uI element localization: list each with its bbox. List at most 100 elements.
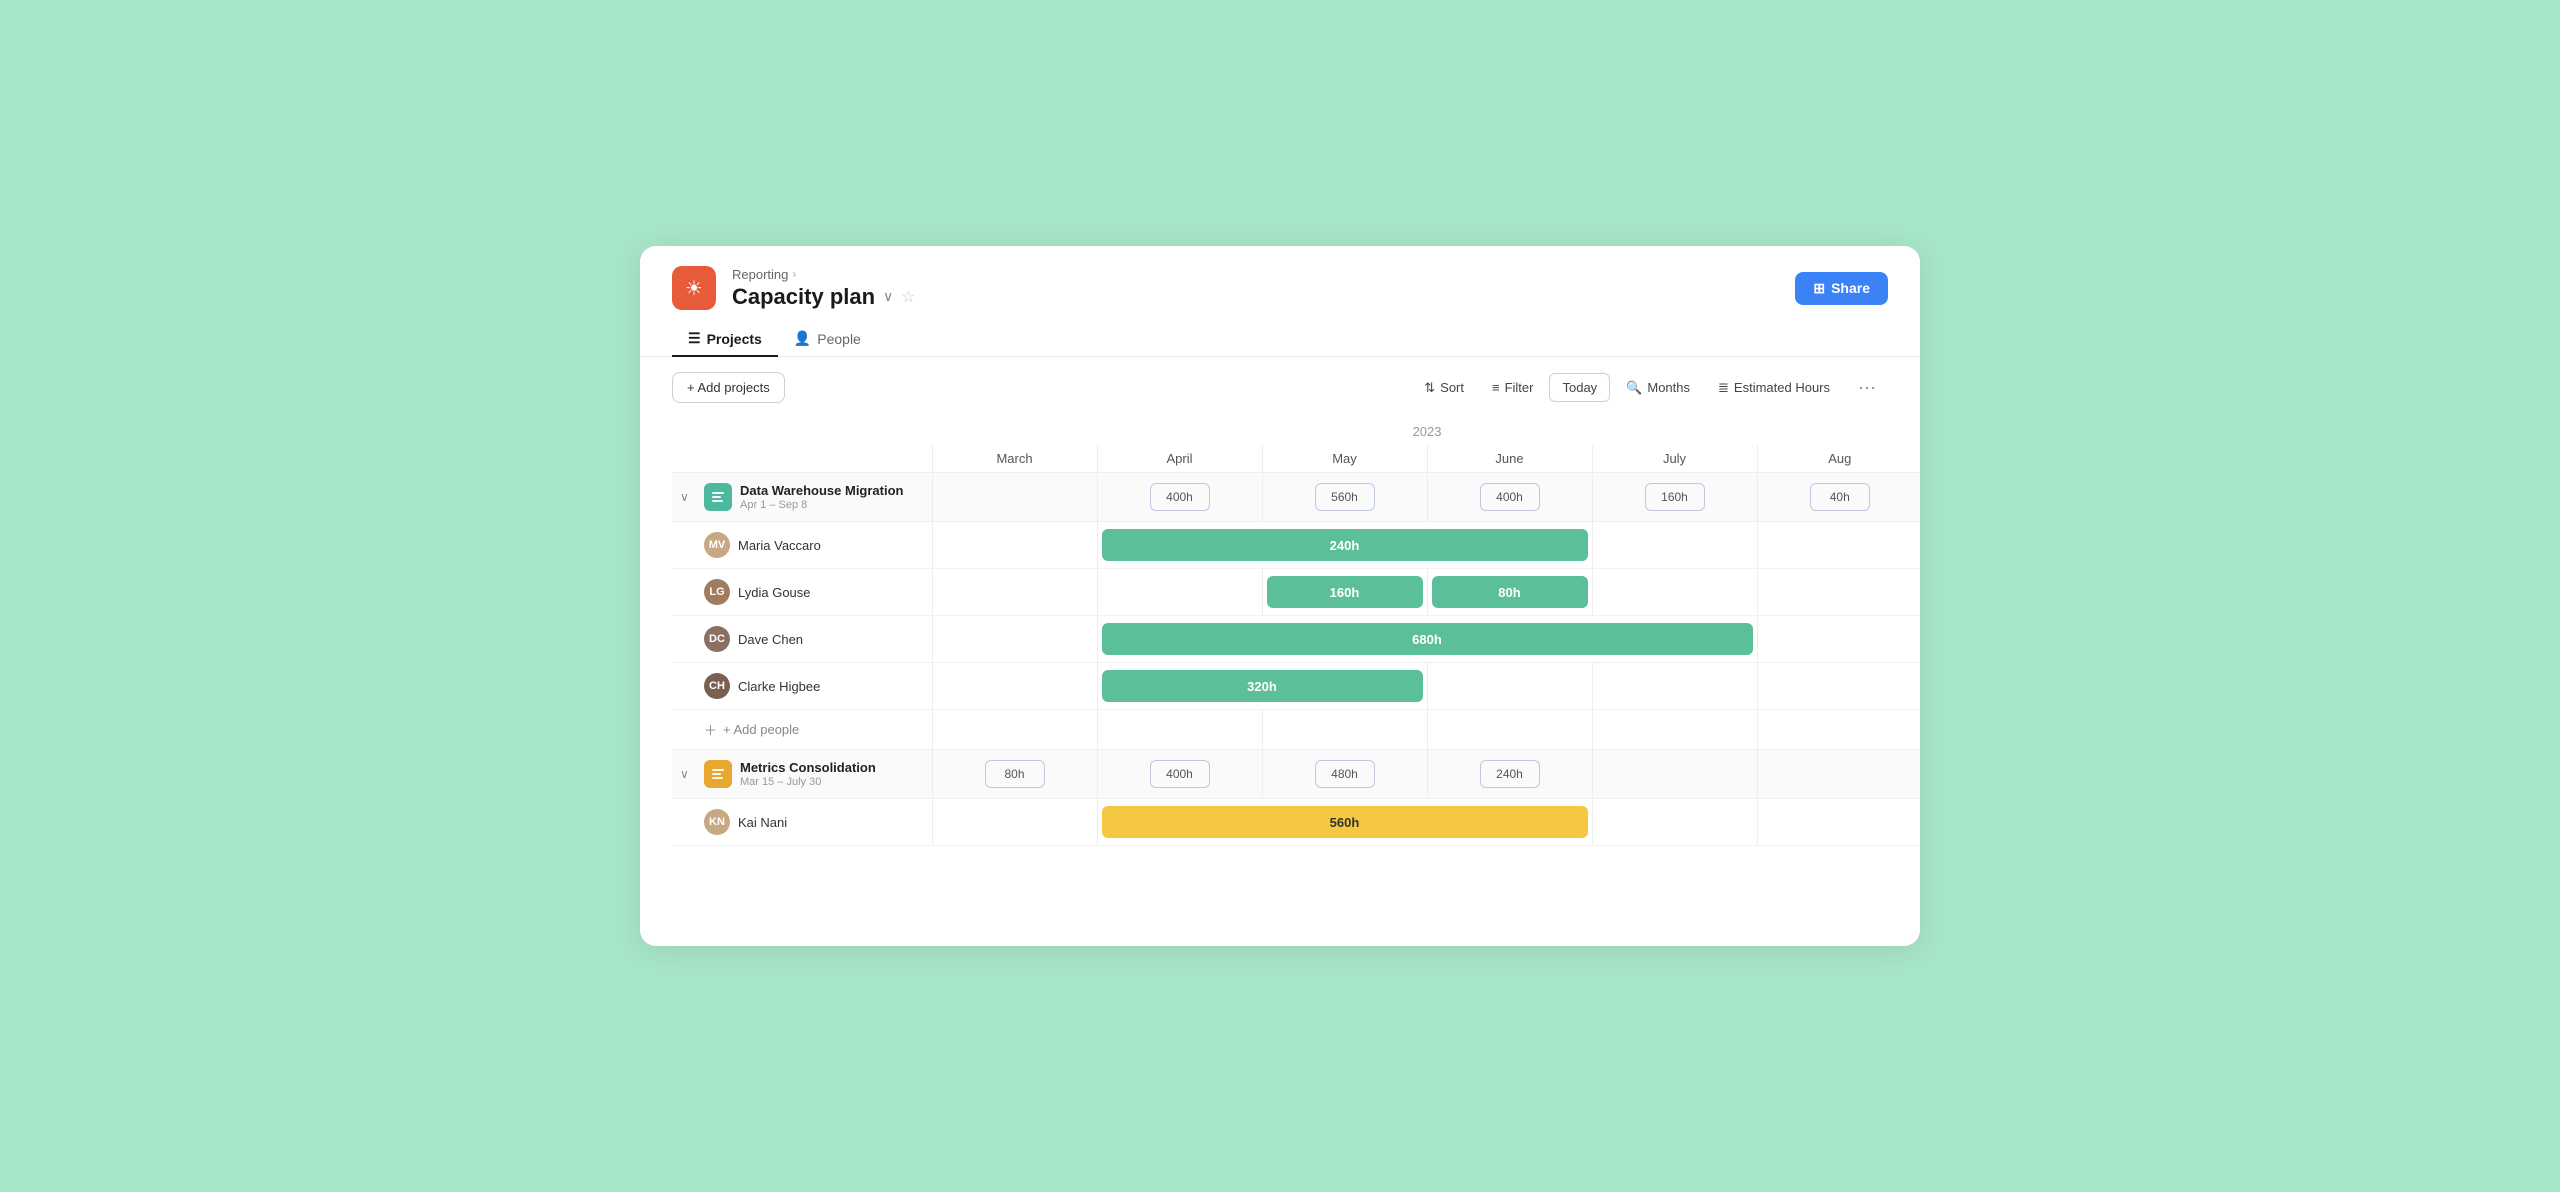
lydia-aug [1757, 569, 1920, 616]
project-2-may-hours: 480h [1262, 750, 1427, 799]
gantt-table: 2023 March April May June July Aug ∨ [672, 418, 1920, 846]
dave-label-cell: DC Dave Chen [672, 616, 932, 663]
clarke-march [932, 663, 1097, 710]
maria-label-cell: MV Maria Vaccaro [672, 522, 932, 569]
filter-button[interactable]: ≡ Filter [1480, 374, 1545, 401]
project-1-aug-hours: 40h [1757, 473, 1920, 522]
month-march: March [932, 445, 1097, 473]
project-1-june-hours: 400h [1427, 473, 1592, 522]
estimated-hours-button[interactable]: ≣ Estimated Hours [1706, 374, 1842, 402]
clarke-name: Clarke Higbee [738, 679, 820, 694]
project-2-dates: Mar 15 – July 30 [740, 776, 876, 788]
months-button[interactable]: 🔍 Months [1614, 374, 1702, 402]
project-2-info: Metrics Consolidation Mar 15 – July 30 [740, 760, 876, 788]
today-button[interactable]: Today [1549, 373, 1610, 402]
collapse-project-2-button[interactable]: ∨ [680, 767, 696, 781]
add-people-1-cell: ＋ + Add people [672, 710, 932, 750]
sort-button[interactable]: ⇅ Sort [1412, 374, 1476, 402]
project-2-name: Metrics Consolidation [740, 760, 876, 775]
add-people-1-label[interactable]: ＋ + Add people [680, 720, 924, 739]
project-1-april-hours: 400h [1097, 473, 1262, 522]
sort-label: Sort [1440, 380, 1464, 395]
lydia-april [1097, 569, 1262, 616]
months-icon: 🔍 [1626, 380, 1642, 396]
clarke-june [1427, 663, 1592, 710]
collapse-project-1-button[interactable]: ∨ [680, 490, 696, 504]
kai-bar: 560h [1102, 806, 1588, 838]
dave-bar: 680h [1102, 623, 1753, 655]
breadcrumb: Reporting › [732, 267, 916, 282]
year-cell: 2023 [932, 418, 1920, 445]
people-tab-icon: 👤 [794, 330, 811, 347]
kai-july [1592, 799, 1757, 846]
month-june: June [1427, 445, 1592, 473]
year-row: 2023 [672, 418, 1920, 445]
project-1-dates: Apr 1 – Sep 8 [740, 499, 903, 511]
clarke-label: CH Clarke Higbee [680, 673, 924, 699]
filter-label: Filter [1505, 380, 1534, 395]
star-icon[interactable]: ☆ [901, 287, 915, 307]
toolbar: + Add projects ⇅ Sort ≡ Filter Today 🔍 M… [640, 357, 1920, 418]
maria-july [1592, 522, 1757, 569]
maria-name: Maria Vaccaro [738, 538, 821, 553]
breadcrumb-text: Reporting [732, 267, 788, 282]
clarke-hours: 320h [1247, 679, 1277, 694]
tab-projects-label: Projects [707, 331, 762, 347]
tabs: ☰ Projects 👤 People [640, 310, 1920, 357]
gantt-container: 2023 March April May June July Aug ∨ [640, 418, 1920, 846]
lydia-march [932, 569, 1097, 616]
project-2-july-hours [1592, 750, 1757, 799]
person-row-lydia: LG Lydia Gouse 160h 80h [672, 569, 1920, 616]
project-2-label: ∨ Metrics Consolidation Mar 15 – July 30 [680, 760, 924, 788]
maria-aug [1757, 522, 1920, 569]
lydia-bar-1: 160h [1267, 576, 1423, 608]
projects-tab-icon: ☰ [688, 330, 701, 347]
clarke-bar-cell: 320h [1097, 663, 1427, 710]
kai-march [932, 799, 1097, 846]
add-people-1-text: + Add people [723, 722, 799, 737]
kai-label-cell: KN Kai Nani [672, 799, 932, 846]
lydia-june-bar: 80h [1427, 569, 1592, 616]
kai-name: Kai Nani [738, 815, 787, 830]
kai-hours: 560h [1330, 815, 1360, 830]
lydia-july [1592, 569, 1757, 616]
month-july: July [1592, 445, 1757, 473]
project-2-march-hours: 80h [932, 750, 1097, 799]
filter-icon: ≡ [1492, 380, 1500, 395]
lydia-label-cell: LG Lydia Gouse [672, 569, 932, 616]
estimated-hours-label: Estimated Hours [1734, 380, 1830, 395]
dave-aug [1757, 616, 1920, 663]
kai-aug [1757, 799, 1920, 846]
lydia-name: Lydia Gouse [738, 585, 811, 600]
project-1-july-hours: 160h [1592, 473, 1757, 522]
project-1-info: Data Warehouse Migration Apr 1 – Sep 8 [740, 483, 903, 511]
page-title-row: Capacity plan ∨ ☆ [732, 284, 916, 310]
toolbar-right: ⇅ Sort ≡ Filter Today 🔍 Months ≣ Estimat… [1412, 371, 1888, 404]
title-chevron-icon[interactable]: ∨ [883, 288, 893, 305]
app-icon: ☀ [672, 266, 716, 310]
project-1-label-cell: ∨ Data Warehouse Migration Apr 1 – Sep 8 [672, 473, 932, 522]
lydia-bar-2: 80h [1432, 576, 1588, 608]
lydia-may-bar: 160h [1262, 569, 1427, 616]
lydia-label: LG Lydia Gouse [680, 579, 924, 605]
tab-people[interactable]: 👤 People [778, 322, 877, 357]
project-2-icon [704, 760, 732, 788]
dave-march [932, 616, 1097, 663]
kai-bar-cell: 560h [1097, 799, 1592, 846]
clarke-label-cell: CH Clarke Higbee [672, 663, 932, 710]
add-projects-button[interactable]: + Add projects [672, 372, 785, 403]
share-button[interactable]: ⊞ Share [1795, 272, 1888, 305]
project-1-march-hours [932, 473, 1097, 522]
project-2-june-hours: 240h [1427, 750, 1592, 799]
tab-projects[interactable]: ☰ Projects [672, 322, 778, 357]
today-label: Today [1562, 380, 1597, 395]
maria-bar: 240h [1102, 529, 1588, 561]
more-options-button[interactable]: ··· [1846, 371, 1888, 404]
clarke-bar: 320h [1102, 670, 1423, 702]
person-row-maria: MV Maria Vaccaro 240h [672, 522, 1920, 569]
kai-label: KN Kai Nani [680, 809, 924, 835]
month-april: April [1097, 445, 1262, 473]
project-1-icon [704, 483, 732, 511]
month-header-row: March April May June July Aug [672, 445, 1920, 473]
maria-bar-cell: 240h [1097, 522, 1592, 569]
